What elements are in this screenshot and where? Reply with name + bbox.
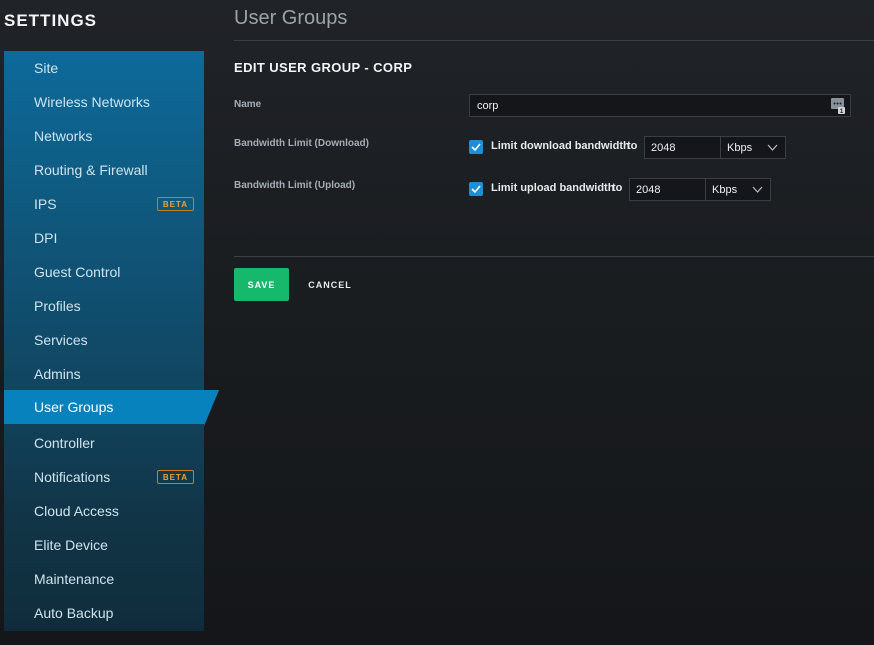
sidebar-item-dpi[interactable]: DPI: [4, 221, 204, 255]
sidebar-item-admins[interactable]: Admins: [4, 357, 204, 391]
upload-unit-value: Kbps: [712, 183, 738, 196]
upload-to-label: to: [612, 182, 623, 194]
sidebar-item-wireless-networks[interactable]: Wireless Networks: [4, 85, 204, 119]
settings-page: SETTINGS Site Wireless Networks Networks…: [0, 0, 874, 645]
sidebar-item-user-groups[interactable]: User Groups: [4, 390, 204, 424]
name-input-value: corp: [477, 99, 499, 112]
sidebar-item-ips[interactable]: IPS BETA: [4, 187, 204, 221]
sidebar-item-controller[interactable]: Controller: [4, 426, 204, 460]
upload-limit-checkbox[interactable]: [469, 182, 483, 196]
upload-limit-label: Bandwidth Limit (Upload): [234, 180, 356, 191]
form-divider: [234, 256, 874, 257]
sidebar-item-label: Admins: [34, 366, 81, 382]
sidebar-item-label: Wireless Networks: [34, 94, 150, 110]
download-bandwidth-value: 2048: [651, 141, 676, 154]
sidebar-item-profiles[interactable]: Profiles: [4, 289, 204, 323]
sidebar-item-label: DPI: [34, 230, 58, 246]
checkmark-icon: [471, 143, 481, 151]
sidebar-item-label: Routing & Firewall: [34, 162, 148, 178]
sidebar-item-cloud-access[interactable]: Cloud Access: [4, 494, 204, 528]
upload-unit-select[interactable]: Kbps: [706, 178, 771, 201]
sidebar-item-label: Cloud Access: [34, 503, 119, 519]
sidebar-item-label: Auto Backup: [34, 605, 114, 621]
active-indicator-arrow: [204, 390, 219, 426]
sidebar-item-guest-control[interactable]: Guest Control: [4, 255, 204, 289]
download-checkbox-label[interactable]: Limit download bandwidth: [491, 140, 630, 152]
download-limit-checkbox[interactable]: [469, 140, 483, 154]
sidebar-item-label: Services: [34, 332, 88, 348]
title-divider: [234, 40, 874, 41]
download-unit-value: Kbps: [727, 141, 753, 154]
sidebar-item-services[interactable]: Services: [4, 323, 204, 357]
sidebar-item-label: Notifications: [34, 469, 111, 485]
sidebar-nav: Site Wireless Networks Networks Routing …: [4, 51, 204, 631]
section-title: EDIT USER GROUP - CORP: [234, 60, 413, 75]
sidebar-item-label: Maintenance: [34, 571, 115, 587]
sidebar-item-label: Elite Device: [34, 537, 108, 553]
download-to-label: to: [627, 140, 638, 152]
download-limit-label: Bandwidth Limit (Download): [234, 138, 369, 149]
beta-badge: BETA: [156, 470, 194, 484]
chevron-down-icon: [767, 144, 778, 151]
upload-checkbox-label[interactable]: Limit upload bandwidth: [491, 182, 614, 194]
page-title: User Groups: [234, 7, 348, 29]
sidebar-item-label: Networks: [34, 128, 93, 144]
cancel-button[interactable]: CANCEL: [300, 268, 360, 301]
sidebar-item-label: IPS: [34, 196, 57, 212]
sidebar-item-label: Guest Control: [34, 264, 121, 280]
download-bandwidth-input[interactable]: 2048: [644, 136, 721, 159]
upload-bandwidth-value: 2048: [636, 183, 661, 196]
chevron-down-icon: [752, 186, 763, 193]
download-unit-select[interactable]: Kbps: [721, 136, 786, 159]
sidebar-item-label: Profiles: [34, 298, 81, 314]
checkmark-icon: [471, 185, 481, 193]
sidebar-item-label: Site: [34, 60, 59, 76]
save-button[interactable]: SAVE: [234, 268, 289, 301]
upload-bandwidth-input[interactable]: 2048: [629, 178, 706, 201]
name-input[interactable]: corp 1: [469, 94, 851, 117]
sidebar-item-label: Controller: [34, 435, 95, 451]
settings-heading: SETTINGS: [4, 11, 98, 30]
sidebar-item-maintenance[interactable]: Maintenance: [4, 562, 204, 596]
sidebar-item-site[interactable]: Site: [4, 51, 204, 85]
sidebar-item-elite-device[interactable]: Elite Device: [4, 528, 204, 562]
beta-badge: BETA: [156, 197, 194, 211]
sidebar-item-routing-firewall[interactable]: Routing & Firewall: [4, 153, 204, 187]
sidebar-item-notifications[interactable]: Notifications BETA: [4, 460, 204, 494]
sidebar-item-networks[interactable]: Networks: [4, 119, 204, 153]
sidebar-item-label: User Groups: [34, 399, 114, 415]
sidebar-item-auto-backup[interactable]: Auto Backup: [4, 596, 204, 630]
password-manager-icon[interactable]: 1: [831, 98, 845, 114]
name-label: Name: [234, 99, 262, 110]
